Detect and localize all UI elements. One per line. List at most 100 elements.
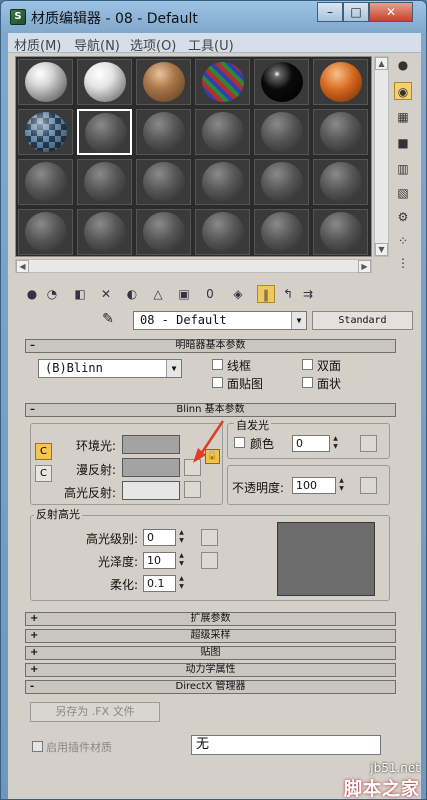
- assign-to-selection-icon[interactable]: ◧: [71, 285, 89, 303]
- rollout-blinn-basic[interactable]: – Blinn 基本参数: [25, 403, 396, 417]
- material-sample-slot[interactable]: [18, 59, 73, 105]
- opacity-spinner-icon[interactable]: ▲ ▼: [337, 477, 346, 494]
- menu-material[interactable]: 材质(M): [14, 35, 61, 54]
- make-copy-icon[interactable]: ◐: [123, 285, 141, 303]
- make-preview-icon[interactable]: ▧: [394, 184, 412, 202]
- material-sample-slot[interactable]: [195, 209, 250, 255]
- slots-horizontal-scrollbar[interactable]: ◀ ▶: [15, 259, 372, 273]
- close-button[interactable]: ✕: [369, 2, 413, 22]
- menu-tools[interactable]: 工具(U): [188, 35, 234, 54]
- slots-vertical-scrollbar[interactable]: ▲ ▼: [374, 56, 389, 257]
- enable-plugin-checkbox[interactable]: [32, 741, 43, 752]
- material-id-icon[interactable]: 0: [201, 285, 219, 303]
- sample-type-icon[interactable]: ●: [394, 56, 412, 74]
- save-fx-file-button[interactable]: 另存为 .FX 文件: [30, 702, 160, 722]
- chevron-down-icon[interactable]: ▼: [291, 312, 306, 329]
- opacity-map-button[interactable]: [360, 477, 377, 494]
- material-sample-slot[interactable]: [136, 209, 191, 255]
- backlight-icon[interactable]: ◉: [394, 82, 412, 100]
- lock-ambient-diffuse-button[interactable]: C: [35, 443, 52, 460]
- select-by-material-icon[interactable]: ⁘: [394, 232, 412, 250]
- glossiness-field[interactable]: 10: [143, 552, 176, 569]
- material-sample-slot[interactable]: [18, 109, 73, 155]
- material-sample-slot[interactable]: [254, 59, 309, 105]
- material-sample-slot[interactable]: [136, 159, 191, 205]
- diffuse-map-button[interactable]: [184, 459, 201, 476]
- minimize-button[interactable]: –: [317, 2, 343, 22]
- material-sample-slot[interactable]: [18, 209, 73, 255]
- material-name-field[interactable]: 08 - Default ▼: [133, 311, 307, 330]
- two-sided-checkbox[interactable]: [302, 359, 313, 370]
- material-sample-slot[interactable]: [136, 109, 191, 155]
- specular-map-button[interactable]: [184, 481, 201, 498]
- maximize-button[interactable]: □: [343, 2, 369, 22]
- material-sample-slot[interactable]: [195, 159, 250, 205]
- wire-checkbox[interactable]: [212, 359, 223, 370]
- put-to-library-icon[interactable]: ▣: [175, 285, 193, 303]
- options-icon[interactable]: ⚙: [394, 208, 412, 226]
- rollout-directx-manager[interactable]: - DirectX 管理器: [25, 680, 396, 694]
- material-sample-slot[interactable]: [254, 209, 309, 255]
- material-sample-slot[interactable]: [195, 59, 250, 105]
- self-illum-spinner-icon[interactable]: ▲ ▼: [331, 435, 340, 452]
- rollout-extended-parameters[interactable]: + 扩展参数: [25, 612, 396, 626]
- self-illum-value-field[interactable]: 0: [292, 435, 330, 452]
- material-sample-slot[interactable]: [77, 159, 132, 205]
- material-sample-slot[interactable]: [254, 159, 309, 205]
- material-sample-slot[interactable]: [195, 109, 250, 155]
- material-type-button[interactable]: Standard: [312, 311, 413, 330]
- go-to-parent-icon[interactable]: ↰: [279, 285, 297, 303]
- faceted-checkbox[interactable]: [302, 377, 313, 388]
- rollout-shader-basic[interactable]: – 明暗器基本参数: [25, 339, 396, 353]
- specular-level-field[interactable]: 0: [143, 529, 176, 546]
- material-sample-slot[interactable]: [18, 159, 73, 205]
- ambient-color-swatch[interactable]: [122, 435, 180, 454]
- title-bar[interactable]: S 材质编辑器 - 08 - Default – □ ✕: [1, 1, 426, 33]
- shader-type-dropdown[interactable]: (B)Blinn ▼: [38, 359, 182, 378]
- get-material-icon[interactable]: ●: [23, 285, 41, 303]
- material-sample-slot[interactable]: [136, 59, 191, 105]
- opacity-value-field[interactable]: 100: [292, 477, 336, 494]
- rollout-maps[interactable]: + 贴图: [25, 646, 396, 660]
- soften-field[interactable]: 0.1: [143, 575, 176, 592]
- go-forward-sibling-icon[interactable]: ⇉: [299, 285, 317, 303]
- plugin-material-dropdown[interactable]: 无: [191, 735, 381, 755]
- material-sample-slot[interactable]: [77, 209, 132, 255]
- rollout-dynamics-properties[interactable]: + 动力学属性: [25, 663, 396, 677]
- material-sample-slot[interactable]: [254, 109, 309, 155]
- material-sample-slot[interactable]: [77, 109, 132, 155]
- material-navigator-icon[interactable]: ⋮: [394, 254, 412, 272]
- diffuse-color-swatch[interactable]: [122, 458, 180, 477]
- scroll-left-icon[interactable]: ◀: [16, 260, 29, 273]
- self-illum-color-checkbox[interactable]: [234, 437, 245, 448]
- glossiness-map-button[interactable]: [201, 552, 218, 569]
- material-sample-slot[interactable]: [77, 59, 132, 105]
- glossiness-spinner-icon[interactable]: ▲ ▼: [177, 552, 186, 569]
- menu-options[interactable]: 选项(O): [130, 35, 176, 54]
- lock-icon[interactable]: 🔒: [205, 449, 220, 464]
- chevron-down-icon[interactable]: ▼: [166, 360, 181, 377]
- show-map-icon[interactable]: ◈: [229, 285, 247, 303]
- pick-material-icon[interactable]: ✎: [97, 311, 119, 331]
- face-map-checkbox[interactable]: [212, 377, 223, 388]
- specular-level-map-button[interactable]: [201, 529, 218, 546]
- self-illum-map-button[interactable]: [360, 435, 377, 452]
- rollout-supersampling[interactable]: + 超级采样: [25, 629, 396, 643]
- material-sample-slot[interactable]: [313, 109, 368, 155]
- show-end-result-icon[interactable]: ∥: [257, 285, 275, 303]
- make-unique-icon[interactable]: △: [149, 285, 167, 303]
- soften-spinner-icon[interactable]: ▲ ▼: [177, 575, 186, 592]
- uv-tiling-icon[interactable]: ■: [394, 134, 412, 152]
- scroll-up-icon[interactable]: ▲: [375, 57, 388, 70]
- menu-navigation[interactable]: 导航(N): [74, 35, 120, 54]
- reset-map-icon[interactable]: ✕: [97, 285, 115, 303]
- scroll-right-icon[interactable]: ▶: [358, 260, 371, 273]
- specular-color-swatch[interactable]: [122, 481, 180, 500]
- background-checker-icon[interactable]: ▦: [394, 108, 412, 126]
- lock-diffuse-specular-button[interactable]: C: [35, 465, 52, 482]
- put-to-scene-icon[interactable]: ◔: [43, 285, 61, 303]
- video-color-check-icon[interactable]: ▥: [394, 160, 412, 178]
- material-sample-slot[interactable]: [313, 209, 368, 255]
- specular-level-spinner-icon[interactable]: ▲ ▼: [177, 529, 186, 546]
- scroll-down-icon[interactable]: ▼: [375, 243, 388, 256]
